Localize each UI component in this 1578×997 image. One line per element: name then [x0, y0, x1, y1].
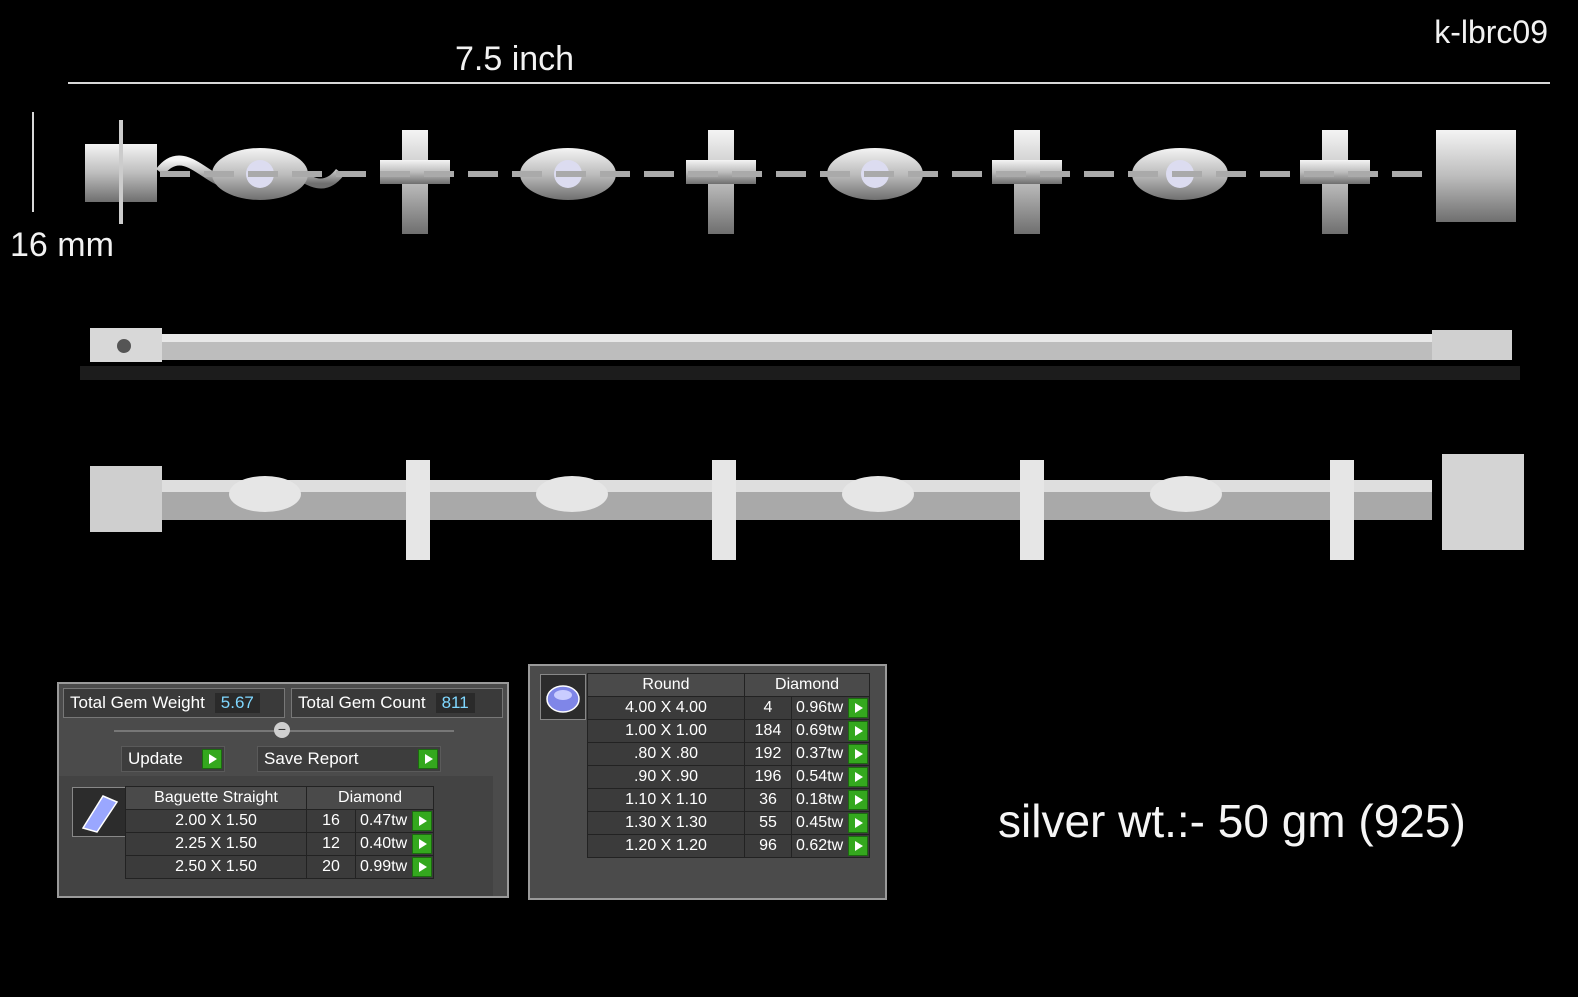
length-dimension-line: [68, 82, 1550, 84]
count-cell: 184: [744, 719, 792, 743]
play-arrow-icon[interactable]: [848, 721, 869, 741]
height-dimension-line: [32, 112, 34, 212]
save-report-button[interactable]: Save Report: [257, 746, 441, 772]
table-row: 2.00 X 1.50 16 0.47tw: [125, 809, 435, 833]
total-gem-weight-label: Total Gem Weight: [70, 693, 205, 712]
carat-value: 0.69tw: [796, 722, 844, 739]
play-arrow-icon[interactable]: [848, 698, 869, 718]
count-cell: 96: [744, 834, 792, 858]
carat-value: 0.45tw: [796, 814, 844, 831]
size-cell: 2.00 X 1.50: [125, 809, 307, 833]
table-row: 1.10 X 1.10 36 0.18tw: [587, 788, 871, 812]
table-row: 2.50 X 1.50 20 0.99tw: [125, 855, 435, 879]
carat-value: 0.99tw: [360, 858, 408, 875]
product-code: k-lbrc09: [1434, 14, 1548, 50]
shape-header: Baguette Straight: [125, 786, 307, 810]
silver-weight-label: silver wt.:- 50 gm (925): [998, 795, 1466, 847]
bracelet-angle-view-image: [90, 454, 1524, 560]
material-header: Diamond: [743, 673, 871, 697]
round-gem-icon: [540, 674, 586, 720]
update-button[interactable]: Update: [121, 746, 225, 772]
carat-cell: 0.54tw: [790, 765, 871, 789]
size-cell: 2.25 X 1.50: [125, 832, 307, 856]
count-cell: 192: [744, 742, 792, 766]
carat-value: 0.62tw: [796, 837, 844, 854]
count-cell: 36: [744, 788, 792, 812]
size-cell: 2.50 X 1.50: [125, 855, 307, 879]
count-cell: 196: [744, 765, 792, 789]
size-cell: 1.10 X 1.10: [587, 788, 745, 812]
carat-cell: 0.37tw: [790, 742, 871, 766]
carat-value: 0.40tw: [360, 835, 408, 852]
total-gem-count-label: Total Gem Count: [298, 693, 426, 712]
shape-header: Round: [587, 673, 745, 697]
play-arrow-icon[interactable]: [412, 857, 433, 877]
play-arrow-icon[interactable]: [418, 749, 438, 769]
table-row: 1.00 X 1.00 184 0.69tw: [587, 719, 871, 743]
table-row: .80 X .80 192 0.37tw: [587, 742, 871, 766]
save-report-button-label: Save Report: [264, 749, 359, 768]
minus-icon[interactable]: −: [274, 722, 290, 738]
size-cell: .90 X .90: [587, 765, 745, 789]
count-cell: 16: [306, 809, 356, 833]
table-row: 1.30 X 1.30 55 0.45tw: [587, 811, 871, 835]
table-row: 1.20 X 1.20 96 0.62tw: [587, 834, 871, 858]
carat-cell: 0.40tw: [354, 832, 435, 856]
total-gem-weight-value: 5.67: [214, 693, 260, 713]
count-cell: 12: [306, 832, 356, 856]
count-cell: 55: [744, 811, 792, 835]
carat-value: 0.37tw: [796, 745, 844, 762]
count-cell: 4: [744, 696, 792, 720]
play-arrow-icon[interactable]: [848, 790, 869, 810]
round-gem-panel: Round Diamond 4.00 X 4.00 4 0.96tw 1.00 …: [528, 664, 887, 900]
size-cell: 1.00 X 1.00: [587, 719, 745, 743]
carat-cell: 0.18tw: [790, 788, 871, 812]
carat-cell: 0.96tw: [790, 696, 871, 720]
size-cell: .80 X .80: [587, 742, 745, 766]
update-button-label: Update: [128, 749, 183, 768]
bracelet-top-view-image: [85, 120, 1516, 234]
total-gem-count-field: Total Gem Count 811: [291, 688, 503, 718]
carat-cell: 0.69tw: [790, 719, 871, 743]
play-arrow-icon[interactable]: [412, 834, 433, 854]
baguette-gem-icon: [72, 787, 126, 837]
baguette-gem-table: Baguette Straight Diamond 2.00 X 1.50 16…: [125, 786, 435, 879]
count-cell: 20: [306, 855, 356, 879]
gem-summary-panel: Total Gem Weight 5.67 Total Gem Count 81…: [57, 682, 509, 898]
play-arrow-icon[interactable]: [848, 836, 869, 856]
total-gem-count-value: 811: [435, 693, 475, 713]
play-arrow-icon[interactable]: [848, 813, 869, 833]
table-row: 2.25 X 1.50 12 0.40tw: [125, 832, 435, 856]
size-cell: 1.30 X 1.30: [587, 811, 745, 835]
material-header: Diamond: [305, 786, 435, 810]
size-cell: 1.20 X 1.20: [587, 834, 745, 858]
carat-value: 0.96tw: [796, 699, 844, 716]
size-cell: 4.00 X 4.00: [587, 696, 745, 720]
total-gem-weight-field: Total Gem Weight 5.67: [63, 688, 285, 718]
play-arrow-icon[interactable]: [202, 749, 222, 769]
table-row: 4.00 X 4.00 4 0.96tw: [587, 696, 871, 720]
round-gem-table: Round Diamond 4.00 X 4.00 4 0.96tw 1.00 …: [587, 673, 871, 858]
bracelet-side-view-image: [80, 328, 1520, 380]
carat-cell: 0.99tw: [354, 855, 435, 879]
length-dimension-label: 7.5 inch: [455, 40, 575, 78]
carat-value: 0.47tw: [360, 812, 408, 829]
carat-cell: 0.45tw: [790, 811, 871, 835]
carat-value: 0.18tw: [796, 791, 844, 808]
table-row: .90 X .90 196 0.54tw: [587, 765, 871, 789]
play-arrow-icon[interactable]: [412, 811, 433, 831]
carat-cell: 0.62tw: [790, 834, 871, 858]
play-arrow-icon[interactable]: [848, 744, 869, 764]
play-arrow-icon[interactable]: [848, 767, 869, 787]
carat-value: 0.54tw: [796, 768, 844, 785]
carat-cell: 0.47tw: [354, 809, 435, 833]
